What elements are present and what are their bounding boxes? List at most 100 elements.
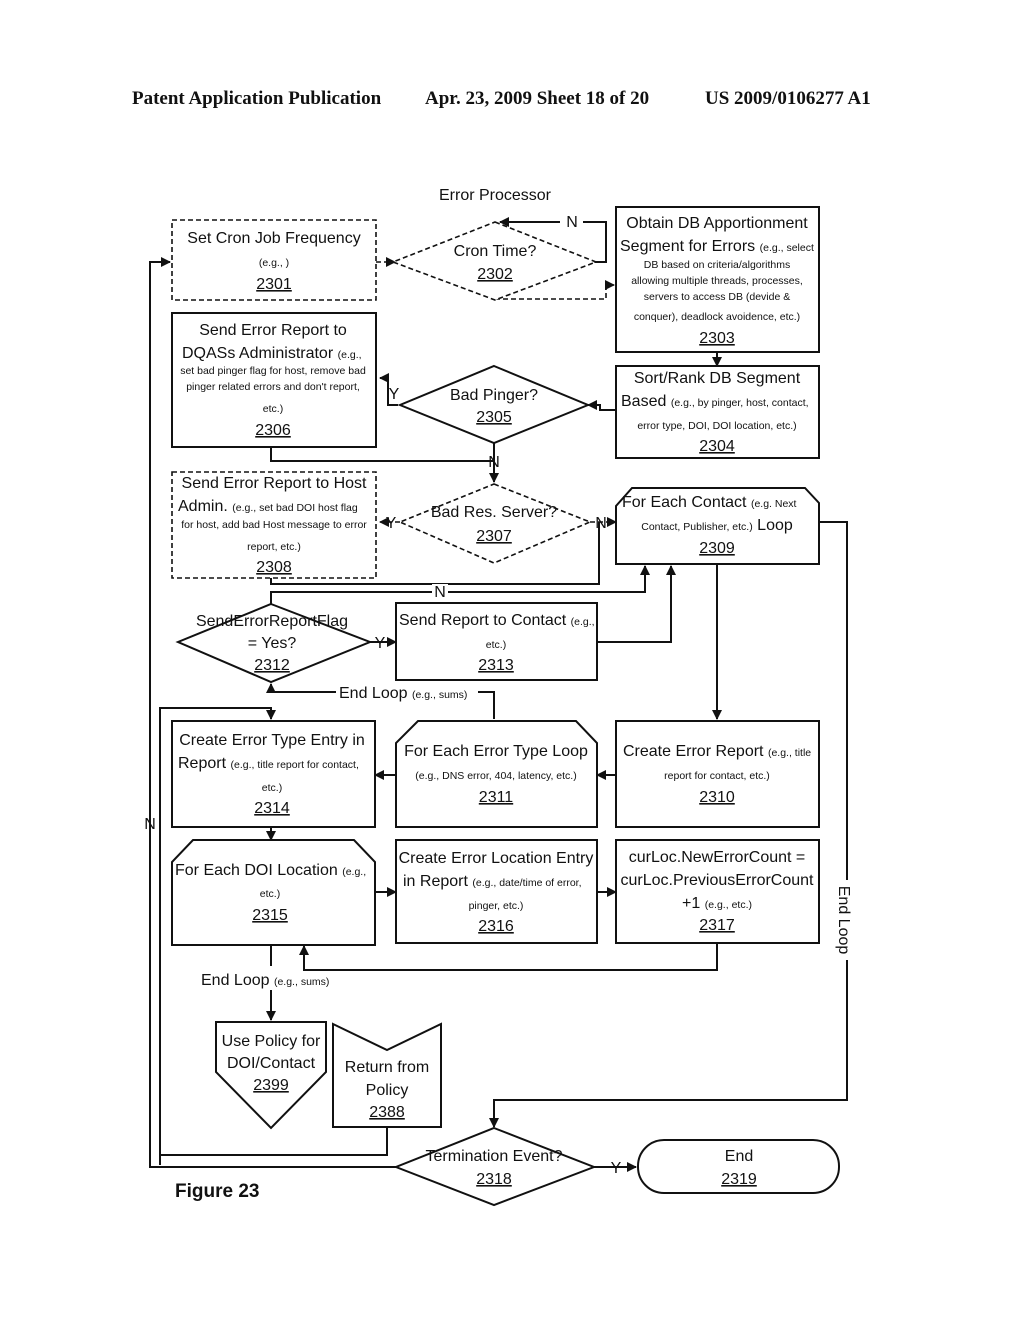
svg-text:DOI/Contact: DOI/Contact [227,1055,316,1072]
svg-text:etc.): etc.) [263,403,283,415]
svg-text:Bad Pinger?: Bad Pinger? [450,387,538,404]
svg-text:Policy: Policy [366,1082,409,1099]
svg-text:etc.): etc.) [262,782,282,794]
node-2312: SendErrorReportFlag = Yes? 2312 [175,602,373,684]
svg-text:2319: 2319 [721,1171,757,1188]
svg-text:Send Error Report to: Send Error Report to [199,322,347,339]
svg-text:allowing multiple threads, pro: allowing multiple threads, processes, [631,275,803,287]
svg-text:2315: 2315 [252,907,288,924]
label-2318-yes: Y [611,1160,622,1177]
svg-text:2309: 2309 [699,540,735,557]
svg-text:2310: 2310 [699,789,735,806]
node-2307: Bad Res. Server? 2307 [397,483,593,564]
svg-text:2306: 2306 [255,422,291,439]
svg-text:etc.): etc.) [486,639,506,651]
diagram-title: Error Processor [439,187,552,204]
flowchart: Error Processor N Y N Y N N Y End Loop (… [144,187,852,1207]
svg-text:Cron Time?: Cron Time? [454,243,537,260]
svg-text:etc.): etc.) [260,888,280,900]
svg-text:2312: 2312 [254,657,290,674]
svg-text:error type, DOI, DOI location,: error type, DOI, DOI location, etc.) [637,420,796,432]
svg-text:Send Report to Contact (e.g.,: Send Report to Contact (e.g., [399,612,595,629]
edge-2317-2315 [299,943,718,971]
label-endloop-vertical: End Loop [835,886,852,955]
svg-text:For Each DOI Location (e.g.,: For Each DOI Location (e.g., [175,862,366,879]
svg-text:report for contact, etc.): report for contact, etc.) [664,770,770,782]
label-2305-yes: Y [389,386,400,403]
svg-text:DB based on criteria/algorithm: DB based on criteria/algorithms [644,259,790,271]
node-2310: Create Error Report (e.g., title report … [615,720,820,828]
svg-text:2313: 2313 [478,657,514,674]
node-2318: Termination Event? 2318 [393,1126,597,1207]
svg-text:DQASs Administrator (e.g.,: DQASs Administrator (e.g., [182,345,362,362]
label-n-left: N [144,816,156,833]
label-2307-yes: Y [386,515,397,532]
node-2303: Obtain DB Apportionment Segment for Erro… [615,206,820,353]
svg-text:2302: 2302 [477,266,513,283]
svg-text:For Each Error Type Loop: For Each Error Type Loop [404,743,588,760]
svg-text:Create Error Type Entry in: Create Error Type Entry in [179,732,365,749]
edge-2313-2309 [597,565,676,643]
label-endloop-2311: End Loop (e.g., sums) [339,685,467,702]
edge-2302-no [583,221,607,263]
svg-text:2318: 2318 [476,1171,512,1188]
node-2309: For Each Contact (e.g. Next Contact, Pub… [615,487,820,565]
edge-2311-endloop [478,691,495,719]
svg-text:2317: 2317 [699,917,735,934]
svg-text:Return from: Return from [345,1059,429,1076]
svg-text:Termination Event?: Termination Event? [426,1148,563,1165]
svg-text:2388: 2388 [369,1104,405,1121]
svg-text:Set Cron Job Frequency: Set Cron Job Frequency [187,230,360,247]
svg-text:= Yes?: = Yes? [248,635,297,652]
svg-text:2308: 2308 [256,559,292,576]
svg-text:report, etc.): report, etc.) [247,541,301,553]
svg-text:conquer), deadlock avoidence,: conquer), deadlock avoidence, etc.) [634,311,800,323]
svg-text:Sort/Rank DB Segment: Sort/Rank DB Segment [634,370,801,387]
svg-text:2307: 2307 [476,528,512,545]
figure-label: Figure 23 [175,1181,259,1202]
edge-2306-merge [270,447,494,462]
svg-text:2304: 2304 [699,438,735,455]
label-2312-yes: Y [375,635,386,652]
svg-text:2303: 2303 [699,330,735,347]
svg-text:2311: 2311 [479,789,514,806]
node-2313: Send Report to Contact (e.g., etc.) 2313 [395,602,598,681]
edge-2388-return [160,1125,388,1156]
node-2317: curLoc.NewErrorCount = curLoc.PreviousEr… [615,839,820,944]
svg-text:curLoc.NewErrorCount =: curLoc.NewErrorCount = [629,849,806,866]
edge-2309-endloop-b [489,960,848,1128]
edge-2304-2305 [587,400,616,411]
svg-text:2399: 2399 [253,1077,289,1094]
svg-text:2305: 2305 [476,409,512,426]
node-2399: Use Policy for DOI/Contact 2399 [215,1021,327,1130]
svg-text:pinger, etc.): pinger, etc.) [469,900,524,912]
svg-text:Bad Res. Server?: Bad Res. Server? [431,504,557,521]
label-2307-no: N [595,515,607,532]
svg-text:servers to access DB (devide &: servers to access DB (devide & [644,291,790,303]
node-2315: For Each DOI Location (e.g., etc.) 2315 [171,839,376,946]
node-2306: Send Error Report to DQASs Administrator… [171,312,377,448]
svg-text:End: End [725,1148,753,1165]
node-2304: Sort/Rank DB Segment Based (e.g., by pin… [615,365,820,459]
node-2314: Create Error Type Entry in Report (e.g.,… [171,720,376,828]
svg-text:(e.g., DNS error, 404, latency: (e.g., DNS error, 404, latency, etc.) [415,770,576,782]
svg-text:Obtain DB Apportionment: Obtain DB Apportionment [626,215,808,232]
node-2316: Create Error Location Entry in Report (e… [395,839,598,944]
node-2388: Return from Policy 2388 [332,1022,442,1128]
node-2302: Cron Time? 2302 [390,221,599,301]
svg-text:2316: 2316 [478,918,514,935]
svg-text:Send Error Report to Host: Send Error Report to Host [182,475,368,492]
svg-text:2314: 2314 [254,800,290,817]
svg-text:set bad pinger flag for host,: set bad pinger flag for host, remove bad [180,365,366,377]
label-endloop-2315: End Loop (e.g., sums) [201,972,329,989]
svg-text:for host, add bad Host message: for host, add bad Host message to error [181,519,367,531]
node-2308: Send Error Report to Host Admin. (e.g., … [171,471,377,579]
svg-text:2301: 2301 [256,276,292,293]
node-2301: Set Cron Job Frequency (e.g., ) 2301 [171,219,377,301]
label-2312-no: N [434,584,446,601]
edge-2309-endloop-a [819,521,848,880]
svg-text:SendErrorReportFlag: SendErrorReportFlag [196,613,348,630]
label-2305-no: N [488,454,500,471]
svg-text:pinger related errors and don': pinger related errors and don't report, [186,381,360,393]
svg-text:Create Error Location Entry: Create Error Location Entry [399,850,594,867]
